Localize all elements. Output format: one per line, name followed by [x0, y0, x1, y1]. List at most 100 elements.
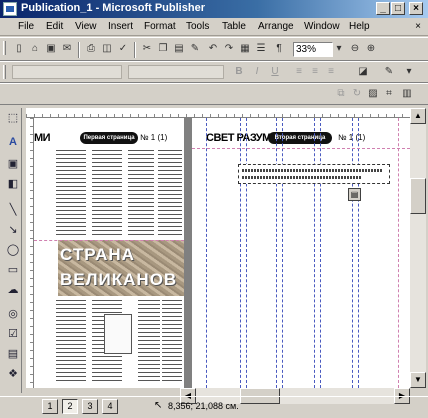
page-tab-2[interactable]: 2: [62, 399, 78, 414]
margin-guide: [398, 118, 399, 388]
minimize-button[interactable]: _: [376, 2, 390, 15]
text-line: [242, 176, 362, 179]
vertical-scrollbar[interactable]: ▲ ▼: [410, 108, 426, 388]
document-workspace[interactable]: МИ Первая страница № 1 (1) СТРАНА ВЕЛИКА…: [34, 118, 410, 388]
rectangle-icon[interactable]: ▭: [5, 262, 21, 278]
menu-view[interactable]: View: [75, 21, 97, 32]
font-select[interactable]: [128, 65, 224, 79]
wordart-icon[interactable]: ◧: [5, 176, 21, 192]
menu-file[interactable]: File: [18, 21, 34, 32]
column-guide: [314, 118, 315, 388]
menu-edit[interactable]: Edit: [46, 21, 63, 32]
zoom-dropdown-icon[interactable]: ▾: [334, 42, 344, 56]
fill-color-icon[interactable]: ◪: [356, 65, 370, 79]
line-color-icon[interactable]: ✎: [382, 65, 396, 79]
column-guide: [246, 118, 247, 388]
text-line: [242, 169, 382, 172]
clipboard-icon[interactable]: ▤: [348, 188, 361, 201]
scroll-up-button[interactable]: ▲: [410, 108, 426, 124]
save-icon[interactable]: ▣: [44, 42, 58, 56]
open-icon[interactable]: ⌂: [28, 42, 42, 56]
picture-frame-icon[interactable]: ▣: [5, 156, 21, 172]
scroll-thumb[interactable]: [410, 178, 426, 214]
text-column[interactable]: [128, 150, 154, 236]
menu-help[interactable]: Help: [349, 21, 370, 32]
wrap-icon[interactable]: ▥: [400, 87, 414, 101]
menu-tools[interactable]: Tools: [186, 21, 209, 32]
select-icon[interactable]: ⬚: [5, 110, 21, 126]
columns-icon[interactable]: ☰: [254, 42, 268, 56]
align-right-icon[interactable]: ≡: [324, 65, 338, 79]
text-column[interactable]: [56, 300, 86, 384]
underline-icon[interactable]: U: [268, 65, 282, 79]
text-column[interactable]: [92, 150, 122, 236]
menu-bar: File Edit View Insert Format Tools Table…: [0, 18, 428, 36]
left-page[interactable]: МИ Первая страница № 1 (1) СТРАНА ВЕЛИКА…: [34, 118, 184, 388]
html-code-icon[interactable]: ▤: [5, 346, 21, 362]
text-column[interactable]: [56, 150, 86, 236]
selected-text-frame[interactable]: [238, 164, 390, 184]
horizontal-ruler[interactable]: [26, 108, 410, 118]
copy-icon[interactable]: ❐: [156, 42, 170, 56]
object-toolbar: ⧉ ↻ ▨ ⌗ ▥: [0, 83, 428, 105]
color-dropdown-icon[interactable]: ▾: [404, 65, 414, 79]
group-icon[interactable]: ⧉: [334, 87, 348, 101]
hot-spot-icon[interactable]: ◎: [5, 306, 21, 322]
design-gallery-icon[interactable]: ❖: [5, 366, 21, 382]
menu-format[interactable]: Format: [144, 21, 176, 32]
crop-icon[interactable]: ⌗: [382, 87, 396, 101]
menu-table[interactable]: Table: [222, 21, 246, 32]
zoom-in-icon[interactable]: ⊕: [364, 42, 378, 56]
text-column[interactable]: [138, 300, 160, 384]
close-button[interactable]: ×: [409, 2, 423, 15]
maximize-button[interactable]: □: [391, 2, 405, 15]
bold-icon[interactable]: B: [232, 65, 246, 79]
paste-icon[interactable]: ▤: [172, 42, 186, 56]
zoom-select[interactable]: 33%: [293, 42, 333, 57]
page-tab-3[interactable]: 3: [82, 399, 98, 414]
publisher-app-icon[interactable]: [3, 2, 17, 16]
picture-icon[interactable]: ▨: [366, 87, 380, 101]
arrow-icon[interactable]: ↘: [5, 222, 21, 238]
scroll-down-button[interactable]: ▼: [410, 372, 426, 388]
text-column[interactable]: [158, 150, 182, 236]
right-page[interactable]: СВЕТ РАЗУМА Вторая страница № 1 (1): [192, 118, 410, 388]
vertical-ruler[interactable]: [26, 118, 34, 388]
toolbar-grip[interactable]: [3, 65, 6, 79]
redo-icon[interactable]: ↷: [222, 42, 236, 56]
zoom-out-icon[interactable]: ⊖: [348, 42, 362, 56]
toolbar-grip[interactable]: [3, 41, 6, 55]
text-box-icon[interactable]: A: [5, 134, 21, 150]
print-icon[interactable]: ⎙: [84, 42, 98, 56]
menu-insert[interactable]: Insert: [108, 21, 133, 32]
column-guide: [358, 118, 359, 388]
insert-table-icon[interactable]: ▦: [238, 42, 252, 56]
align-center-icon[interactable]: ≡: [308, 65, 322, 79]
align-left-icon[interactable]: ≡: [292, 65, 306, 79]
new-icon[interactable]: ▯: [12, 42, 26, 56]
column-guide: [206, 118, 207, 388]
title-bar[interactable]: Publication_1 - Microsoft Publisher _ □ …: [0, 0, 428, 18]
line-icon[interactable]: ╲: [5, 202, 21, 218]
autoshapes-icon[interactable]: ☁: [5, 282, 21, 298]
menu-arrange[interactable]: Arrange: [258, 21, 294, 32]
page-tab-1[interactable]: 1: [42, 399, 58, 414]
status-bar: 1 2 3 4 ↖ 8,356; 21,088 см.: [0, 396, 428, 418]
oval-icon[interactable]: ◯: [5, 242, 21, 258]
rotate-icon[interactable]: ↻: [350, 87, 364, 101]
form-control-icon[interactable]: ☑: [5, 326, 21, 342]
text-column[interactable]: [162, 300, 182, 384]
page-tab-4[interactable]: 4: [102, 399, 118, 414]
format-painter-icon[interactable]: ✎: [188, 42, 202, 56]
style-select[interactable]: [12, 65, 122, 79]
email-icon[interactable]: ✉: [60, 42, 74, 56]
undo-icon[interactable]: ↶: [206, 42, 220, 56]
cut-icon[interactable]: ✂: [140, 42, 154, 56]
spelling-icon[interactable]: ✓: [116, 42, 130, 56]
print-preview-icon[interactable]: ◫: [100, 42, 114, 56]
pilcrow-icon[interactable]: ¶: [272, 42, 286, 56]
menu-window[interactable]: Window: [304, 21, 340, 32]
illustration-frame[interactable]: [104, 314, 132, 354]
italic-icon[interactable]: I: [250, 65, 264, 79]
document-close-button[interactable]: ×: [412, 21, 424, 33]
